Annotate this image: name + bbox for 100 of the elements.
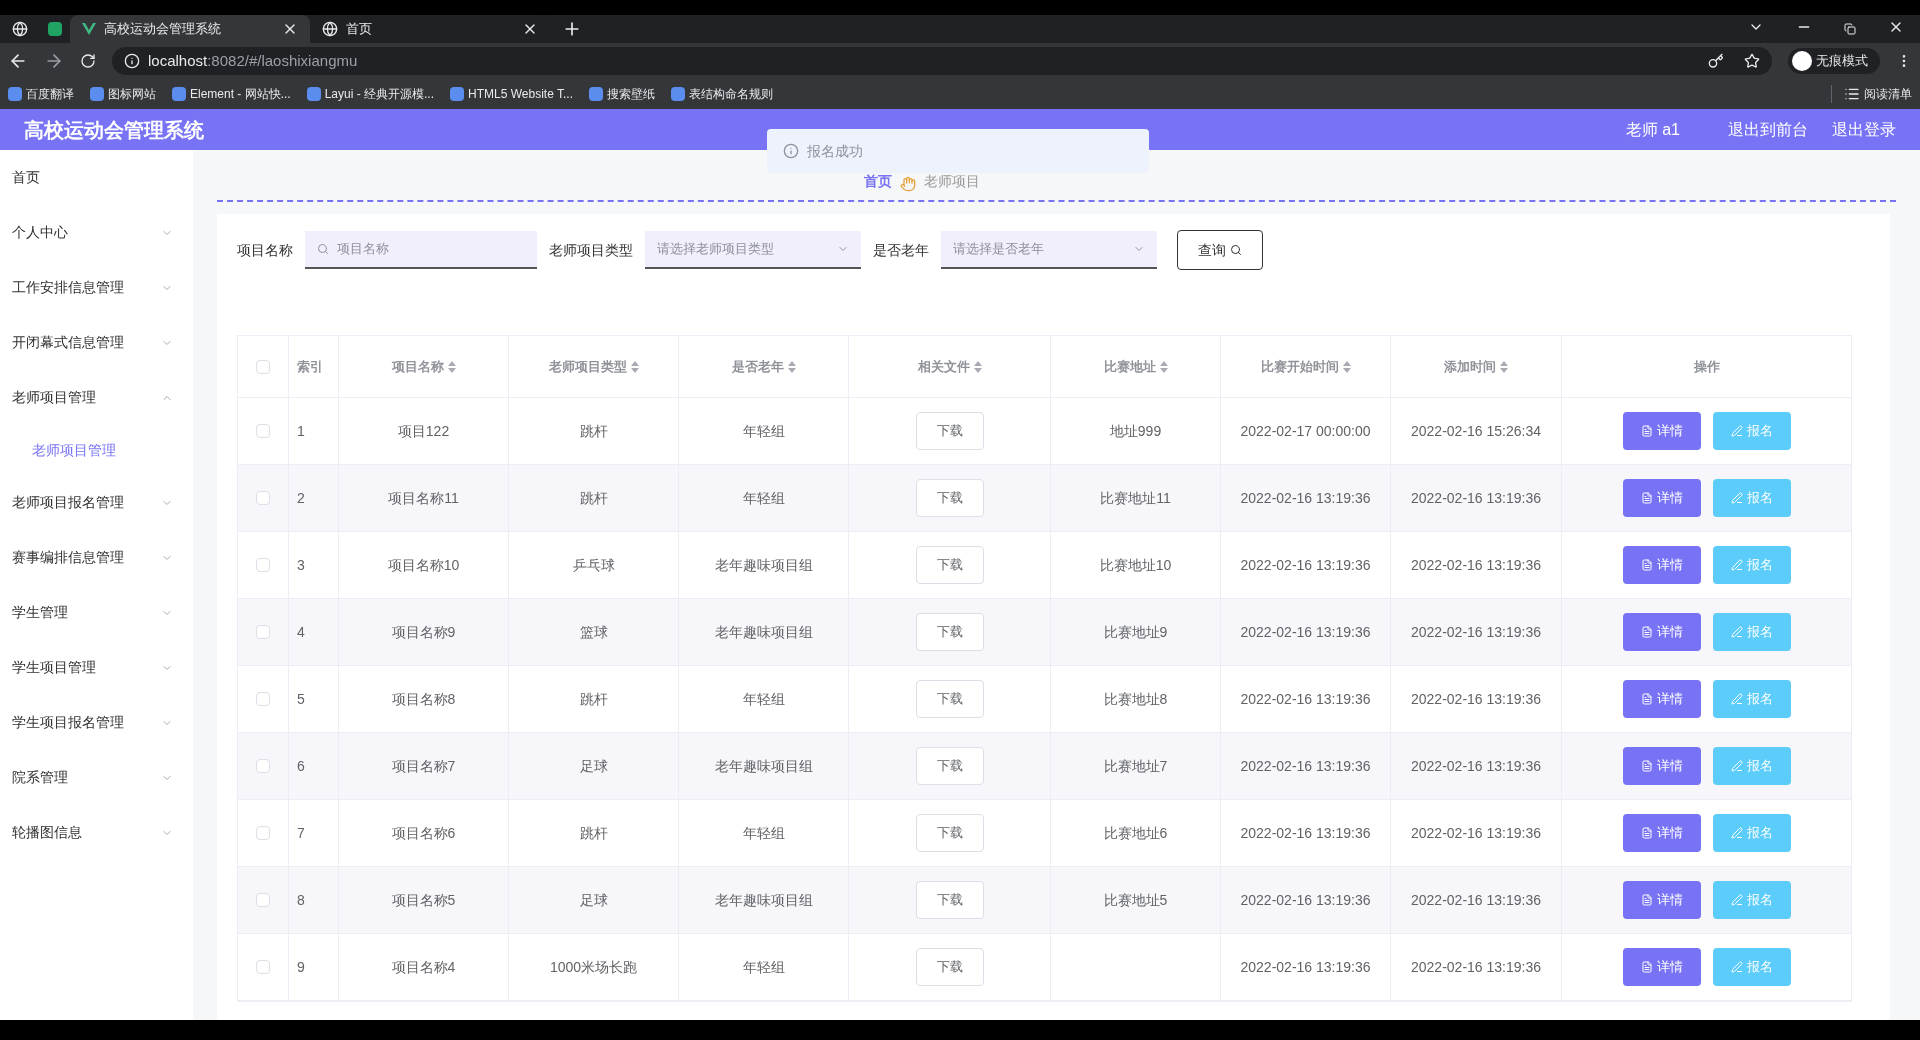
- checkbox[interactable]: [256, 359, 270, 374]
- sidebar-item[interactable]: 院系管理: [0, 750, 193, 805]
- detail-button[interactable]: 详情: [1622, 814, 1701, 852]
- detail-button[interactable]: 详情: [1622, 948, 1701, 986]
- bookmark-icon: [589, 87, 603, 101]
- detail-button[interactable]: 详情: [1622, 680, 1701, 718]
- sort-icon[interactable]: [973, 360, 982, 373]
- download-button[interactable]: 下载: [915, 948, 984, 986]
- download-button[interactable]: 下载: [915, 613, 984, 651]
- table-cell-text: 6: [297, 756, 305, 776]
- table-cell-text: 2022-02-16 13:19:36: [1411, 756, 1541, 776]
- sort-icon[interactable]: [630, 360, 639, 373]
- bookmark-icon: [172, 87, 186, 101]
- sidebar-item[interactable]: 学生管理: [0, 585, 193, 640]
- reading-list-button[interactable]: 阅读清单: [1831, 85, 1912, 103]
- sort-icon[interactable]: [787, 360, 796, 373]
- table-cell-text: 跳杆: [579, 689, 608, 709]
- bookmark-star-icon[interactable]: [1744, 53, 1760, 69]
- address-bar[interactable]: localhost:8082/#/laoshixiangmu: [112, 47, 1772, 75]
- checkbox[interactable]: [256, 625, 270, 639]
- tab-title: 首页: [346, 20, 373, 39]
- reload-icon[interactable]: [80, 53, 96, 69]
- table-cell-text: 年轻组: [742, 488, 785, 508]
- bookmark[interactable]: Element - 网站快...: [172, 85, 291, 103]
- search-icon: [317, 243, 329, 255]
- breadcrumb-current: 老师项目: [923, 172, 980, 191]
- detail-button[interactable]: 详情: [1622, 412, 1701, 450]
- download-button[interactable]: 下载: [915, 412, 984, 450]
- download-button[interactable]: 下载: [915, 546, 984, 584]
- table-cell-text: 项目名称9: [391, 622, 456, 642]
- sidebar-item[interactable]: 开闭幕式信息管理: [0, 315, 193, 370]
- browser-tab[interactable]: 高校运动会管理系统: [70, 15, 310, 43]
- sidebar-subitem[interactable]: 老师项目管理: [0, 425, 193, 475]
- sidebar-item[interactable]: 老师项目报名管理: [0, 475, 193, 530]
- detail-button[interactable]: 详情: [1622, 479, 1701, 517]
- sort-icon[interactable]: [1159, 360, 1168, 373]
- bookmark[interactable]: HTML5 Website T...: [450, 85, 573, 103]
- header-link[interactable]: 退出登录: [1832, 117, 1896, 142]
- pen-icon: [1730, 559, 1743, 571]
- checkbox[interactable]: [256, 692, 270, 706]
- checkbox[interactable]: [256, 491, 270, 505]
- avatar-icon: [1792, 51, 1812, 71]
- detail-button[interactable]: 详情: [1622, 747, 1701, 785]
- app-title: 高校运动会管理系统: [24, 117, 204, 143]
- checkbox[interactable]: [256, 893, 270, 907]
- table-cell-text: 2022-02-16 13:19:36: [1411, 957, 1541, 977]
- detail-button[interactable]: 详情: [1622, 546, 1701, 584]
- table-cell-text: 年轻组: [742, 689, 785, 709]
- download-button[interactable]: 下载: [915, 881, 984, 919]
- sidebar-item[interactable]: 学生项目管理: [0, 640, 193, 695]
- download-button[interactable]: 下载: [915, 479, 984, 517]
- tab-title: 高校运动会管理系统: [104, 20, 222, 39]
- sidebar-item[interactable]: 首页: [0, 150, 193, 205]
- profile-chip[interactable]: 无痕模式: [1788, 48, 1880, 74]
- table-cell-text: 1000米场长跑: [549, 957, 638, 977]
- header-link[interactable]: 退出到前台: [1728, 117, 1808, 142]
- table-cell-text: 2022-02-16 13:19:36: [1411, 622, 1541, 642]
- globe-icon[interactable]: [12, 21, 28, 37]
- list-icon: [1844, 86, 1860, 102]
- bookmark-icon: [306, 87, 321, 101]
- checkbox[interactable]: [256, 759, 270, 773]
- download-button[interactable]: 下载: [915, 814, 984, 852]
- sidebar-item[interactable]: 赛事编排信息管理: [0, 530, 193, 585]
- breadcrumb-link[interactable]: 首页: [863, 171, 892, 192]
- checkbox[interactable]: [256, 424, 270, 438]
- table-cell-text: 项目122: [397, 421, 450, 441]
- sidebar-item[interactable]: 轮播图信息: [0, 805, 193, 860]
- checkbox[interactable]: [256, 558, 270, 572]
- filter-label: 是否老年: [873, 240, 929, 260]
- document-icon: [1640, 492, 1653, 504]
- bookmark[interactable]: 表结构命名规则: [671, 85, 773, 103]
- sort-icon[interactable]: [1500, 360, 1508, 373]
- checkbox[interactable]: [256, 960, 270, 974]
- detail-button[interactable]: 详情: [1622, 613, 1701, 651]
- table-cell-text: 项目名称7: [391, 756, 456, 776]
- key-icon[interactable]: [1708, 53, 1724, 69]
- restore-icon[interactable]: [1844, 23, 1856, 35]
- bookmark[interactable]: 图标网站: [90, 85, 156, 103]
- pen-icon: [1730, 827, 1743, 839]
- detail-button[interactable]: 详情: [1622, 881, 1701, 919]
- table-cell-text: 2022-02-16 13:19:36: [1411, 890, 1541, 910]
- bookmark[interactable]: 百度翻译: [8, 85, 74, 103]
- sort-icon[interactable]: [1342, 360, 1351, 373]
- table-cell-text: 4: [297, 622, 305, 642]
- sidebar-item[interactable]: 老师项目管理: [0, 370, 193, 425]
- table-cell-text: 比赛地址11: [1100, 488, 1171, 508]
- sidebar-item[interactable]: 个人中心: [0, 205, 193, 260]
- filter-label: 老师项目类型: [549, 240, 633, 260]
- bookmark[interactable]: 搜索壁纸: [589, 85, 655, 103]
- query-button[interactable]: 查询: [1177, 230, 1263, 270]
- download-button[interactable]: 下载: [915, 680, 984, 718]
- toast-message: 报名成功: [807, 141, 863, 161]
- table-cell-text: 2022-02-16 13:19:36: [1240, 756, 1371, 776]
- sidebar-item[interactable]: 工作安排信息管理: [0, 260, 193, 315]
- sidebar-item[interactable]: 学生项目报名管理: [0, 695, 193, 750]
- checkbox[interactable]: [256, 826, 270, 840]
- sort-icon[interactable]: [447, 360, 456, 373]
- download-button[interactable]: 下载: [915, 747, 984, 785]
- table-cell-text: 1: [297, 421, 305, 441]
- bookmark[interactable]: Layui - 经典开源模...: [306, 85, 435, 103]
